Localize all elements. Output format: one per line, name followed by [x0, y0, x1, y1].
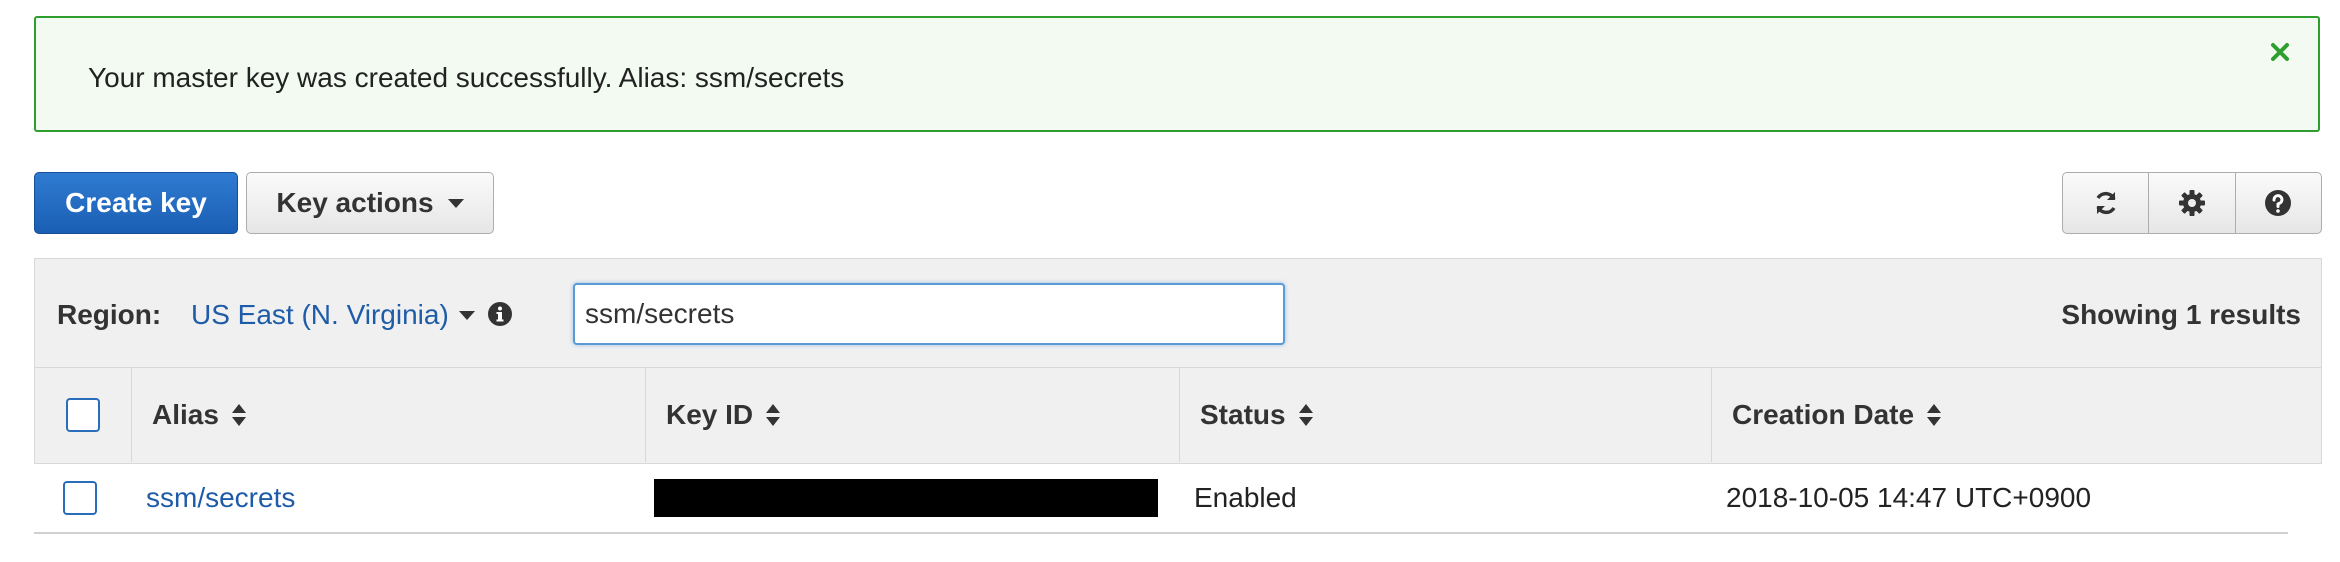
create-key-label: Create key [65, 187, 207, 218]
key-actions-button[interactable]: Key actions [246, 172, 494, 234]
info-icon[interactable] [487, 301, 513, 327]
help-button[interactable] [2236, 173, 2321, 233]
sort-icon [1298, 404, 1313, 426]
column-header-creation-date[interactable]: Creation Date [1711, 368, 2321, 462]
creation-date-cell: 2018-10-05 14:47 UTC+0900 [1726, 482, 2092, 513]
column-label: Creation Date [1732, 399, 1915, 430]
close-icon[interactable] [2264, 36, 2296, 68]
row-checkbox[interactable] [63, 481, 97, 515]
sort-icon [766, 404, 781, 426]
column-header-key-id[interactable]: Key ID [645, 368, 1179, 462]
sort-icon [231, 404, 246, 426]
alias-link[interactable]: ssm/secrets [146, 464, 295, 532]
results-count: Showing 1 results [2061, 299, 2301, 330]
key-id-cell [654, 464, 1158, 532]
column-label: Alias [152, 399, 219, 430]
settings-button[interactable] [2149, 173, 2236, 233]
region-value: US East (N. Virginia) [191, 299, 449, 330]
refresh-button[interactable] [2063, 173, 2150, 233]
row-select-cell [34, 464, 126, 532]
select-all-checkbox[interactable] [66, 398, 100, 432]
refresh-icon [2096, 191, 2116, 215]
alert-message: Your master key was created successfully… [88, 62, 845, 93]
column-label: Key ID [666, 399, 754, 430]
filter-bar: Region: US East (N. Virginia) Showing 1 … [34, 258, 2322, 368]
chevron-down-icon [447, 198, 464, 208]
status-cell: Enabled [1194, 482, 1297, 513]
help-icon [2265, 190, 2292, 216]
table-tools [2062, 172, 2322, 234]
region-dropdown[interactable]: US East (N. Virginia) [191, 299, 475, 331]
redacted-key-id [654, 479, 1158, 517]
table-row[interactable]: ssm/secrets Enabled 2018-10-05 14:47 UTC… [34, 464, 2288, 534]
success-alert: Your master key was created successfully… [34, 16, 2320, 132]
column-label: Status [1200, 399, 1286, 430]
table-header: Alias Key ID Status Creation Date [34, 368, 2322, 464]
gear-icon [2178, 190, 2205, 216]
create-key-button[interactable]: Create key [34, 172, 238, 234]
search-input[interactable] [573, 283, 1285, 345]
column-header-status[interactable]: Status [1179, 368, 1711, 462]
chevron-down-icon [458, 310, 475, 320]
region-label: Region: [57, 299, 162, 330]
sort-icon [1927, 404, 1942, 426]
select-all-cell [35, 368, 131, 462]
column-header-alias[interactable]: Alias [131, 368, 645, 462]
key-actions-label: Key actions [276, 187, 434, 218]
